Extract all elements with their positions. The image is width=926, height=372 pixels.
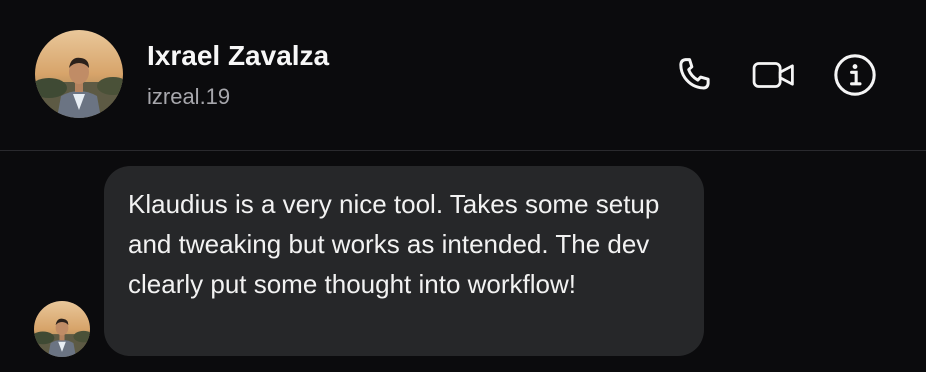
avatar-photo xyxy=(34,301,90,357)
conversation-header: Ixrael Zavalza izreal.19 xyxy=(0,0,926,151)
contact-handle: izreal.19 xyxy=(147,84,231,109)
message-sender-avatar[interactable] xyxy=(34,301,90,357)
video-call-button[interactable] xyxy=(751,52,797,98)
phone-icon xyxy=(679,58,710,90)
info-icon xyxy=(834,54,876,96)
contact-name[interactable]: Ixrael Zavalza xyxy=(147,40,329,72)
message-text: Klaudius is a very nice tool. Takes some… xyxy=(128,189,660,299)
message-bubble[interactable]: Klaudius is a very nice tool. Takes some… xyxy=(104,166,704,356)
call-button[interactable] xyxy=(672,52,718,98)
info-button[interactable] xyxy=(832,52,878,98)
video-camera-icon xyxy=(752,62,794,88)
contact-avatar[interactable] xyxy=(35,30,123,118)
avatar-photo xyxy=(35,30,123,118)
